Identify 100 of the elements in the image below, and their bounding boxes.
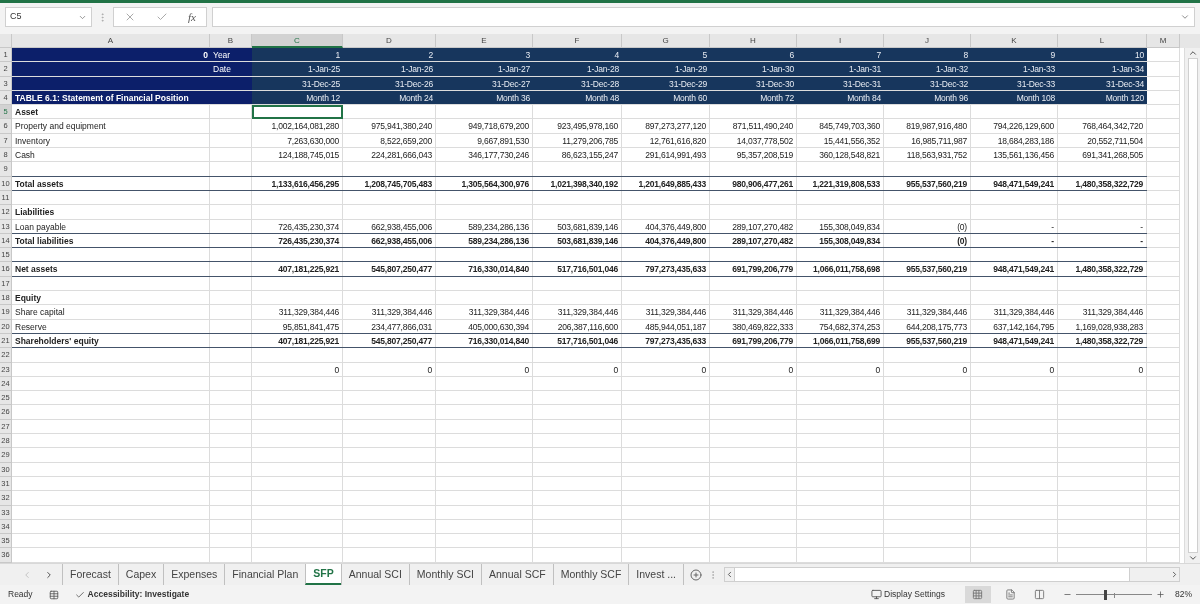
table-cell: 1-Jan-32 (884, 62, 971, 77)
table-cell: 135,561,136,456 (971, 148, 1058, 163)
table-cell (210, 291, 252, 306)
table-cell: 311,329,384,446 (884, 305, 971, 320)
page-break-icon[interactable] (1034, 589, 1045, 600)
scrollbar-thumb[interactable] (734, 568, 1130, 581)
display-settings-button[interactable]: Display Settings (871, 588, 945, 601)
table-cell (1147, 405, 1180, 420)
table-cell (210, 348, 252, 363)
table-cell: 311,329,384,446 (622, 305, 710, 320)
grid-icon[interactable] (972, 589, 984, 600)
sheet-tab[interactable]: SFP (305, 564, 341, 585)
name-box[interactable]: C5 (5, 7, 92, 27)
table-cell (1147, 262, 1180, 277)
insert-function-button[interactable]: fx (188, 8, 196, 26)
table-cell: 691,341,268,505 (1058, 148, 1147, 163)
row-label: Liabilities (12, 205, 210, 220)
next-sheet-icon[interactable] (44, 569, 54, 580)
scroll-right-icon[interactable] (1170, 570, 1179, 579)
table-cell (210, 205, 252, 220)
status-text: Ready (8, 588, 33, 601)
table-cell (210, 119, 252, 134)
table-cell (210, 305, 252, 320)
zoom-in-icon[interactable] (1156, 590, 1165, 599)
column-header[interactable]: C (252, 34, 343, 48)
table-cell: 346,177,730,246 (436, 148, 533, 163)
table-cell: 6 (710, 48, 797, 63)
table-cell: 4 (533, 48, 622, 63)
table-cell: 1-Jan-31 (797, 62, 884, 77)
table-cell: 9 (971, 48, 1058, 63)
row-label: Property and equipment (12, 119, 210, 134)
table-cell: 1-Jan-26 (343, 62, 436, 77)
table-cell (210, 105, 252, 120)
accessibility-button[interactable]: Accessibility: Investigate (74, 588, 190, 601)
table-cell: 949,718,679,200 (436, 119, 533, 134)
table-cell: 1-Jan-28 (533, 62, 622, 77)
table-cell (210, 448, 252, 463)
table-cell: Year (210, 48, 252, 63)
table-cell: 845,749,703,360 (797, 119, 884, 134)
scrollbar-thumb[interactable] (1187, 58, 1198, 553)
table-cell (1147, 62, 1180, 77)
horizontal-scrollbar[interactable] (724, 567, 1180, 582)
scroll-up-icon[interactable] (1187, 48, 1198, 58)
table-cell: 311,329,384,446 (797, 305, 884, 320)
table-cell (1147, 534, 1180, 549)
table-cell: 10 (1058, 48, 1147, 63)
table-cell: 1,002,164,081,280 (252, 119, 343, 134)
page-layout-icon[interactable] (1005, 589, 1016, 600)
table-cell: 7 (797, 48, 884, 63)
table-cell: 1-Jan-27 (436, 62, 533, 77)
table-cell (1147, 248, 1180, 263)
table-cell: 311,329,384,446 (436, 305, 533, 320)
table-cell: 975,941,380,240 (343, 119, 436, 134)
table-cell: 897,273,277,120 (622, 119, 710, 134)
table-cell: 871,511,490,240 (710, 119, 797, 134)
table-cell (1147, 119, 1180, 134)
table-cell (1147, 491, 1180, 506)
vertical-scrollbar[interactable] (1184, 48, 1200, 563)
table-cell (1147, 148, 1180, 163)
table-cell: Date (210, 62, 252, 77)
table-cell (1147, 291, 1180, 306)
table-cell: 1 (252, 48, 343, 63)
table-cell: 311,329,384,446 (252, 305, 343, 320)
table-cell: 1-Jan-29 (622, 62, 710, 77)
table-cell: 224,281,666,043 (343, 148, 436, 163)
close-icon[interactable] (124, 11, 136, 23)
table-cell: 86,623,155,247 (533, 148, 622, 163)
slider-thumb[interactable] (1103, 589, 1107, 600)
monitor-icon[interactable] (871, 589, 883, 600)
add-sheet-icon[interactable] (690, 568, 703, 581)
table-cell (210, 434, 252, 449)
table-cell (1147, 205, 1180, 220)
table-cell: 1-Jan-30 (710, 62, 797, 77)
table-cell (210, 534, 252, 549)
row-label: Equity (12, 291, 210, 306)
row-label: Net assets (12, 262, 210, 277)
table-cell: 311,329,384,446 (533, 305, 622, 320)
zoom-level: 82% (1175, 588, 1192, 601)
table-cell: 8 (884, 48, 971, 63)
check-icon[interactable] (156, 11, 168, 23)
table-cell (1147, 391, 1180, 406)
expand-icon[interactable] (1180, 12, 1190, 22)
table-cell: 819,987,916,480 (884, 119, 971, 134)
table-cell: 311,329,384,446 (971, 305, 1058, 320)
table-cell (1147, 305, 1180, 320)
row-label: Share capital (12, 305, 210, 320)
table-cell: 360,128,548,821 (797, 148, 884, 163)
scroll-down-icon[interactable] (1187, 553, 1198, 563)
table-cell: 5 (622, 48, 710, 63)
table-cell: 3 (436, 48, 533, 63)
normal-view-button[interactable] (965, 586, 991, 603)
table-cell: 124,188,745,015 (252, 148, 343, 163)
table-cell (1147, 105, 1180, 120)
table-cell (210, 491, 252, 506)
table-cell: 95,357,208,519 (710, 148, 797, 163)
table-cell: 1-Jan-25 (252, 62, 343, 77)
table-cell (210, 148, 252, 163)
table-cell: 794,226,129,600 (971, 119, 1058, 134)
formula-field[interactable] (212, 7, 1195, 27)
zoom-slider[interactable] (1076, 589, 1152, 600)
